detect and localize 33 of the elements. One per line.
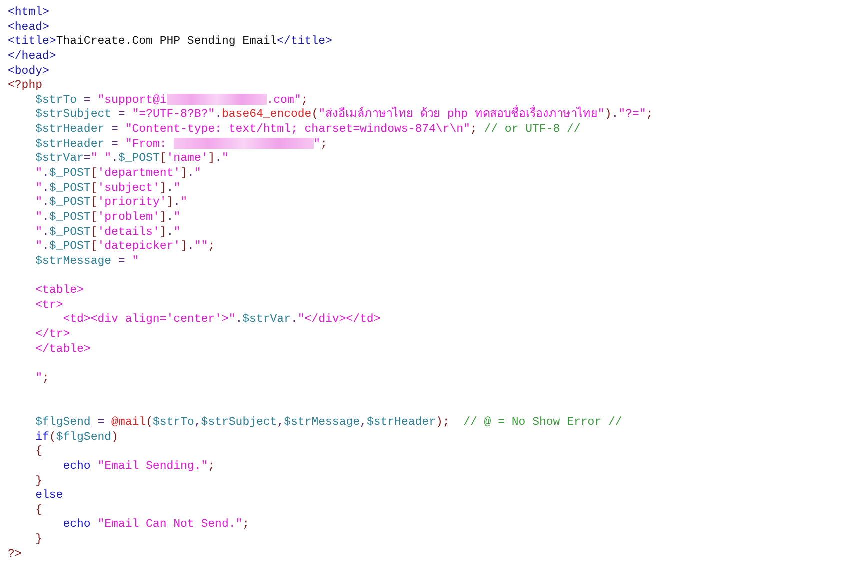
code-line: $strVar=" ".$_POST['name']." (34, 152, 229, 168)
code-line: <body> (8, 64, 50, 80)
code-line: <html> (8, 6, 50, 21)
code-line: <table> (34, 284, 84, 299)
code-line: <td><div align='center'>".$strVar."</div></td> (62, 313, 381, 328)
code-line: $strMessage = " (34, 254, 140, 270)
code-line: ".$_POST['problem']." (34, 210, 181, 226)
code-line: </tr> (34, 328, 70, 343)
code-line: $strHeader = "Content-type: text/html; charset=windows-874\r\n"; // or UTF-8 // (34, 123, 581, 138)
code-line: echo "Email Sending."; (62, 460, 216, 474)
code-line: ".$_POST['department']." (34, 167, 202, 182)
code-line: $flgSend = @mail($strTo,$strSubject,$strMessage,$strHeader); // @ = No Show Error // (34, 416, 622, 431)
code-line: { (34, 504, 43, 518)
code-line: ".$_POST['details']." (34, 226, 181, 240)
code-line: "; (34, 372, 50, 387)
code-line: } (34, 474, 43, 490)
code-line: echo "Email Can Not Send."; (62, 518, 250, 534)
code-line: <title>ThaiCreate.Com PHP Sending Email</title> (8, 35, 332, 50)
code-line: $strTo = "support@i .com"; (34, 94, 308, 108)
code-line: ?> (8, 548, 22, 562)
code-line: ".$_POST['subject']." (34, 182, 181, 196)
code-line: $strHeader = "From: "; (34, 138, 328, 152)
code-line: else (34, 489, 64, 504)
code-line: </table> (34, 342, 91, 358)
code-line: if($flgSend) (34, 430, 118, 446)
code-line: } (34, 533, 43, 548)
code-line: <head> (8, 20, 50, 36)
code-line: ".$_POST['priority']." (34, 196, 188, 211)
code-line: ".$_POST['datepicker'].""; (34, 240, 216, 255)
code-line: <tr> (34, 298, 64, 314)
code-line: <?php (8, 79, 43, 94)
code-line: { (34, 445, 43, 460)
code-line: </head> (8, 50, 56, 65)
